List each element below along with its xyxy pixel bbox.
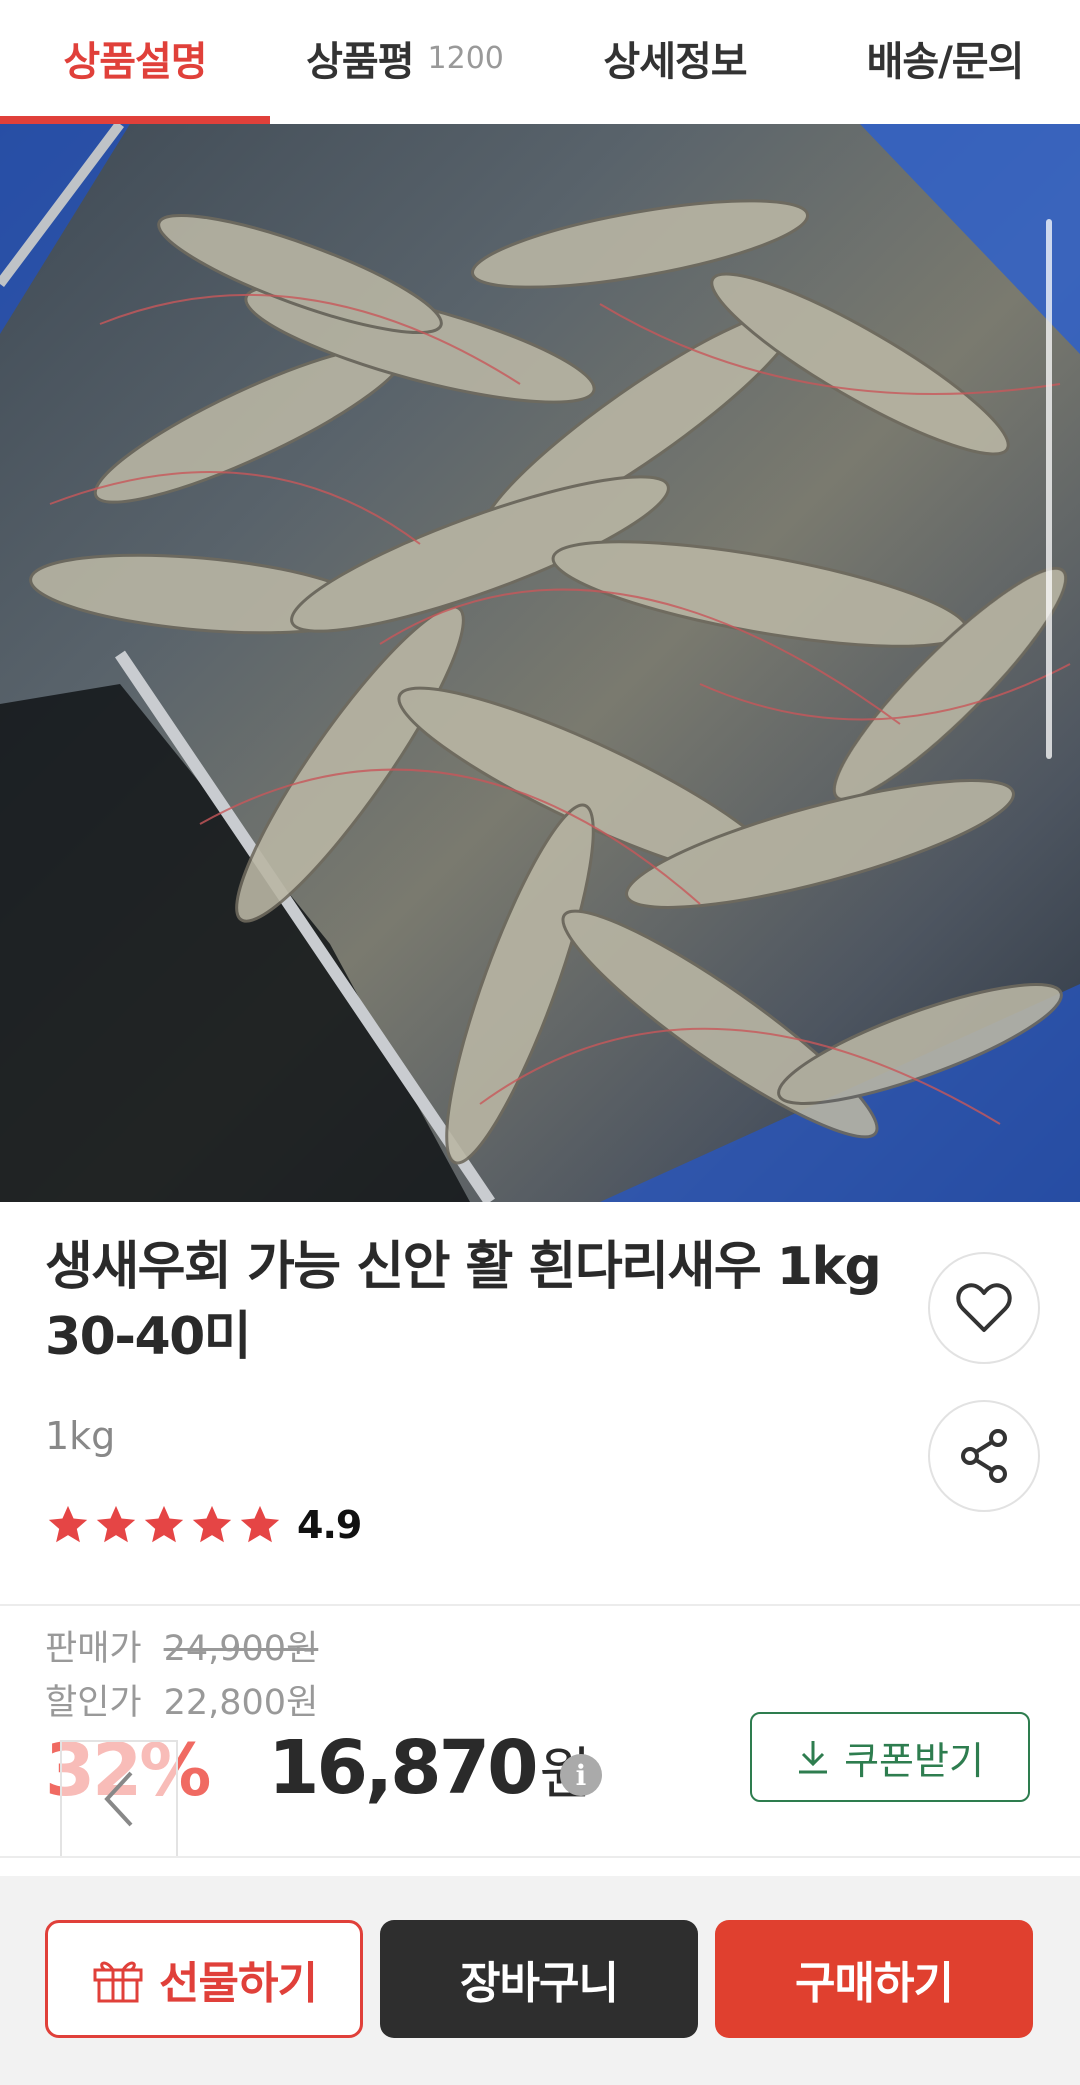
bottom-action-bar: 선물하기 장바구니 구매하기 [0,1876,1080,2085]
coupon-download-button[interactable]: 쿠폰받기 [750,1712,1030,1802]
star-icon [96,1505,136,1543]
star-icon [48,1505,88,1543]
tab-shipping-inquiry[interactable]: 배송/문의 [810,0,1080,116]
tab-product-description[interactable]: 상품설명 [0,0,270,116]
review-count: 1200 [427,40,504,76]
star-icon [240,1505,280,1543]
tab-label: 상품설명 [63,39,207,85]
product-weight: 1kg [45,1414,116,1458]
sale-price-value: 24,900원 [163,1629,319,1669]
add-to-cart-button[interactable]: 장바구니 [380,1920,698,2038]
buy-now-button[interactable]: 구매하기 [715,1920,1033,2038]
tab-label: 상세정보 [603,39,747,85]
download-icon [799,1741,828,1774]
tab-label: 배송/문의 [866,39,1025,85]
final-price-amount: 16,870 [268,1725,539,1811]
heart-icon [956,1283,1012,1332]
cart-label: 장바구니 [460,1958,619,2009]
gift-label: 선물하기 [159,1958,318,2009]
share-icon [961,1429,1007,1483]
shrimp-photo-illustration [0,124,1080,1202]
wishlist-button[interactable] [928,1252,1040,1364]
tab-reviews[interactable]: 상품평 1200 [270,0,540,116]
back-button[interactable] [60,1740,178,1858]
star-icon [192,1505,232,1543]
section-divider [0,1856,1080,1858]
buy-label: 구매하기 [795,1958,954,2009]
gift-button[interactable]: 선물하기 [45,1920,363,2038]
gift-icon [93,1961,143,2003]
tab-details[interactable]: 상세정보 [540,0,810,116]
chevron-left-icon [104,1771,133,1827]
section-divider [0,1604,1080,1606]
sale-price-row: 판매가 24,900원 [45,1620,318,1671]
active-tab-indicator [0,116,270,124]
share-button[interactable] [928,1400,1040,1512]
tab-bar: 상품설명 상품평 1200 상세정보 배송/문의 [0,0,1080,124]
discount-price-label: 할인가 [45,1683,142,1723]
info-icon[interactable]: i [560,1754,602,1796]
star-icon [144,1505,184,1543]
coupon-label: 쿠폰받기 [844,1738,984,1783]
tab-label: 상품평 [306,39,414,85]
rating-value: 4.9 [297,1503,362,1547]
discount-price-row: 할인가 22,800원 [45,1674,318,1725]
discount-price-value: 22,800원 [163,1683,319,1723]
scroll-indicator [1046,219,1052,759]
rating-stars[interactable]: 4.9 [45,1502,362,1548]
sale-price-label: 판매가 [45,1629,142,1669]
final-price: 16,870원 [268,1725,591,1811]
product-image[interactable] [0,124,1080,1202]
product-title: 생새우회 가능 신안 활 흰다리새우 1kg 30-40미 [45,1237,882,1367]
